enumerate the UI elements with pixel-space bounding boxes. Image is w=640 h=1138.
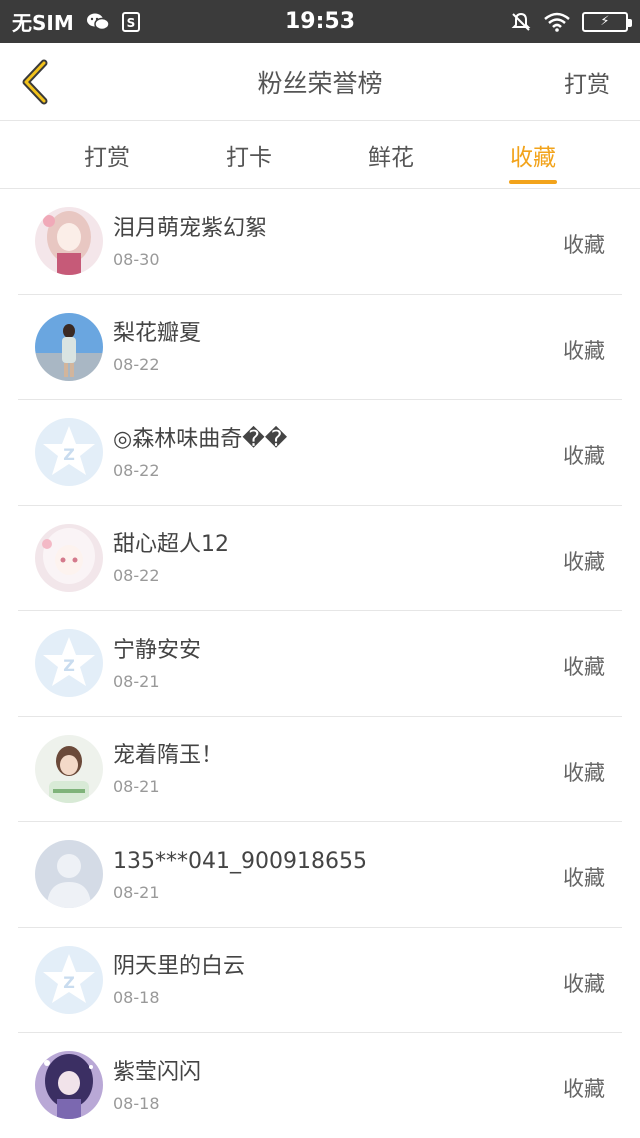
wifi-icon bbox=[544, 12, 570, 32]
mute-bell-icon bbox=[510, 11, 532, 33]
list-item[interactable]: Z ◎森林味曲奇�� 08-22 收藏 bbox=[18, 400, 622, 506]
favorite-label: 收藏 bbox=[563, 655, 605, 680]
tab-bar: 打赏 打卡 鲜花 收藏 bbox=[0, 121, 640, 189]
list-item[interactable]: 泪月萌宠紫幻絮 08-30 收藏 bbox=[18, 189, 622, 295]
user-name: 泪月萌宠紫幻絮 bbox=[113, 215, 268, 241]
avatar bbox=[35, 840, 103, 909]
avatar bbox=[35, 207, 103, 276]
reward-button[interactable]: 打赏 bbox=[564, 65, 610, 99]
date-label: 08-21 bbox=[113, 671, 160, 691]
date-label: 08-22 bbox=[113, 355, 160, 375]
favorite-label: 收藏 bbox=[563, 444, 605, 469]
user-name: 紫莹闪闪 bbox=[113, 1059, 202, 1085]
status-bar: 无SIM S 19:53 ⚡ bbox=[0, 0, 640, 43]
favorite-label: 收藏 bbox=[563, 549, 605, 574]
user-name: ◎森林味曲奇�� bbox=[113, 426, 288, 452]
user-name: 甜心超人12 bbox=[113, 532, 229, 558]
date-label: 08-21 bbox=[113, 882, 160, 902]
favorite-label: 收藏 bbox=[563, 338, 605, 363]
date-label: 08-22 bbox=[113, 460, 160, 480]
avatar bbox=[35, 734, 103, 803]
user-name: 阴天里的白云 bbox=[113, 954, 246, 980]
tab-reward[interactable]: 打赏 bbox=[36, 121, 178, 188]
svg-text:Z: Z bbox=[63, 445, 75, 464]
avatar: Z bbox=[35, 629, 103, 698]
app-header: 粉丝荣誉榜 打赏 bbox=[0, 43, 640, 121]
battery-icon: ⚡ bbox=[582, 11, 632, 32]
list-item[interactable]: Z 阴天里的白云 08-18 收藏 bbox=[18, 928, 622, 1033]
anime-girl-pink-avatar-icon bbox=[35, 207, 103, 276]
svg-text:S: S bbox=[126, 16, 135, 30]
avatar bbox=[35, 1051, 103, 1120]
tab-checkin[interactable]: 打卡 bbox=[178, 121, 320, 188]
default-person-avatar-icon bbox=[47, 854, 91, 909]
list-item[interactable]: 甜心超人12 08-22 收藏 bbox=[18, 506, 622, 611]
list-item[interactable]: 紫莹闪闪 08-18 收藏 bbox=[18, 1033, 622, 1138]
girl-sky-photo-avatar-icon bbox=[35, 312, 103, 381]
carrier-label: 无SIM bbox=[12, 11, 74, 35]
sim-card-icon: S bbox=[121, 11, 140, 32]
favorite-label: 收藏 bbox=[563, 233, 605, 258]
date-label: 08-18 bbox=[113, 1093, 160, 1113]
user-name: 宠着隋玉！ bbox=[113, 743, 224, 769]
default-qq-avatar-icon: Z bbox=[43, 637, 95, 687]
avatar: Z bbox=[35, 945, 103, 1014]
favorite-label: 收藏 bbox=[563, 1077, 605, 1102]
favorite-label: 收藏 bbox=[563, 760, 605, 785]
back-button[interactable] bbox=[0, 43, 70, 121]
date-label: 08-21 bbox=[113, 777, 160, 797]
list-item[interactable]: 宠着隋玉！ 08-21 收藏 bbox=[18, 717, 622, 822]
default-qq-avatar-icon: Z bbox=[43, 953, 95, 1003]
date-label: 08-18 bbox=[113, 988, 160, 1008]
svg-text:Z: Z bbox=[63, 973, 75, 992]
favorite-label: 收藏 bbox=[563, 971, 605, 996]
anime-girl-purple-avatar-icon bbox=[35, 1051, 103, 1120]
wechat-icon bbox=[86, 12, 110, 32]
list-item[interactable]: 135***041_900918655 08-21 收藏 bbox=[18, 822, 622, 928]
tab-flowers[interactable]: 鲜花 bbox=[320, 121, 462, 188]
tab-favorites[interactable]: 收藏 bbox=[462, 121, 604, 188]
list-item[interactable]: 梨花瓣夏 08-22 收藏 bbox=[18, 295, 622, 400]
avatar bbox=[35, 523, 103, 592]
avatar bbox=[35, 312, 103, 381]
date-label: 08-22 bbox=[113, 566, 160, 586]
fan-list: 泪月萌宠紫幻絮 08-30 收藏 梨花瓣夏 08-22 收藏 Z ◎森林味曲奇�… bbox=[0, 189, 640, 1138]
avatar: Z bbox=[35, 418, 103, 487]
user-name: 梨花瓣夏 bbox=[113, 321, 202, 347]
date-label: 08-30 bbox=[113, 249, 160, 269]
user-name: 宁静安安 bbox=[113, 637, 202, 663]
favorite-label: 收藏 bbox=[563, 866, 605, 891]
user-name: 135***041_900918655 bbox=[113, 848, 367, 874]
chevron-left-icon bbox=[22, 59, 48, 104]
list-item[interactable]: Z 宁静安安 08-21 收藏 bbox=[18, 611, 622, 717]
svg-text:Z: Z bbox=[63, 656, 75, 675]
girl-green-photo-avatar-icon bbox=[35, 734, 103, 803]
page-title: 粉丝荣誉榜 bbox=[257, 68, 383, 98]
default-qq-avatar-icon: Z bbox=[43, 426, 95, 476]
anime-girl-white-avatar-icon bbox=[35, 523, 103, 592]
